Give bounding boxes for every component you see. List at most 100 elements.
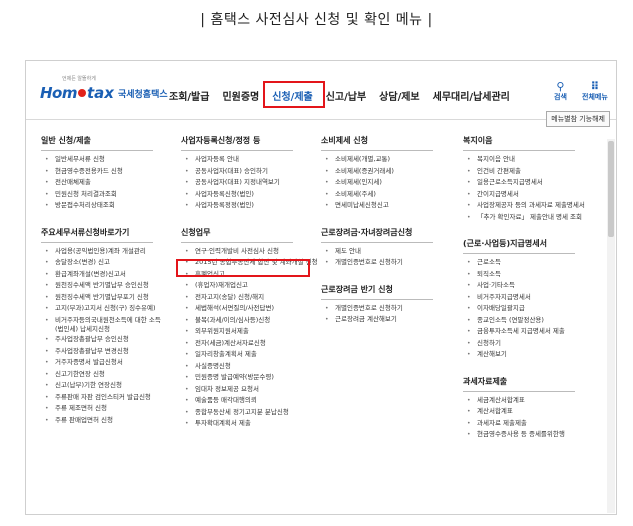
scrollbar-thumb[interactable] [608, 141, 614, 237]
menu-item[interactable]: • 사업자등록 안내 [185, 155, 239, 164]
all-menu-button[interactable]: ⠿ 전체메뉴 [582, 81, 608, 102]
menu-item[interactable]: • 소비제세(개별,교통) [325, 155, 390, 164]
menu-item[interactable]: • 비거주자지급명세서 [467, 293, 531, 302]
menu-item-label: 민원신청 처리결과조회 [55, 189, 117, 198]
menu-item[interactable]: • 신청하기 [467, 339, 501, 348]
menu-item[interactable]: • 이자배당일괄지급 [467, 304, 525, 313]
menu-item[interactable]: • 예술품등 매각대행의뢰 [185, 396, 257, 405]
menu-item[interactable]: • 면세미납세신청신고 [325, 201, 389, 210]
menu-item[interactable]: • 사업자등록정정(법인) [185, 201, 254, 210]
menu-item[interactable]: • 원천징수세액 반기별납부 승인신청 [45, 281, 149, 290]
menu-item[interactable]: • 공동사업자(대표) 지정내역보기 [185, 178, 280, 187]
menu-item[interactable]: • 현금영수증사용 등 증세를위한행 [467, 430, 565, 439]
menu-item[interactable]: • 임대차 정보제공 요청서 [185, 384, 259, 394]
menu-item[interactable]: • 송달장소(변경) 신고 [45, 258, 110, 267]
menu-item[interactable]: • 고지(부과)고지서 신청(구) 징수유예) [45, 304, 156, 313]
menu-item[interactable]: • 복지이음 안내 [467, 155, 515, 164]
menu-item[interactable]: • 일용근로소득지급명세서 [467, 178, 543, 187]
menu-item[interactable]: • 근로장려금 계산해보기 [325, 315, 397, 324]
menu-item[interactable]: • 비거주자등의국내원천소득에 대한 소득(법인세) 납세지신청 [45, 316, 167, 334]
menu-item[interactable]: • 환급계좌개설(변경)신고서 [45, 270, 126, 279]
vertical-scrollbar[interactable] [607, 139, 615, 513]
nav-item-inquiry[interactable]: 조회/발급 [169, 88, 209, 103]
menu-item[interactable]: • 불복(과세/이의/심사등)신청 [185, 316, 270, 325]
menu-item[interactable]: • 과세자료 제출제출 [467, 419, 527, 428]
menu-item[interactable]: • 거주자증명서 발급신청서 [45, 358, 123, 367]
menu-item[interactable]: • 주류 판매업면허 신청 [45, 416, 113, 425]
menu-item[interactable]: • 현금영수증전용카드 신청 [45, 167, 123, 176]
menu-item[interactable]: • (휴업자)재개업신고 [185, 281, 248, 290]
bullet-icon: • [467, 316, 471, 324]
bullet-icon: • [185, 385, 189, 393]
menu-item[interactable]: • 금융투자소득세 지급명세서 제출 [467, 327, 565, 336]
menu-item[interactable]: • 투자확대계획서 제출 [185, 419, 251, 428]
nav-item-consult[interactable]: 상담/제보 [379, 88, 419, 103]
bullet-icon: • [45, 270, 49, 278]
menu-item[interactable]: • 사실증명신청 [185, 361, 231, 371]
menu-item[interactable]: • 소비제세(인지세) [325, 178, 382, 187]
bullet-icon: • [467, 167, 471, 175]
menu-item[interactable]: • 소비제세(증권거래세) [325, 167, 394, 176]
hometax-logo[interactable]: 언제든 알뜰하게 Hom tax 국세청홈택스 [40, 76, 168, 105]
menu-item-label: 소비제세(인지세) [335, 178, 382, 186]
menu-item[interactable]: • 주사업장총괄납부 승인신청 [45, 335, 129, 344]
menu-item[interactable]: • 일자리창출계획서 제출 [185, 350, 257, 359]
menu-item-label: 사실증명신청 [195, 361, 231, 370]
menu-item[interactable]: • 세법해석(서면질의/사전답변) [185, 304, 274, 313]
menu-item[interactable]: • 민원신청 처리결과조회 [45, 189, 117, 199]
bullet-icon: • [467, 431, 471, 438]
bullet-icon: • [45, 156, 49, 163]
menu-item[interactable]: • 사업자등록신청(법인) [185, 190, 254, 199]
bullet-icon: • [325, 247, 329, 255]
logo-nts: 국세청홈택스 [117, 89, 168, 100]
menu-item[interactable]: • 연구·인력개발비 사전심사 신청 [185, 247, 279, 256]
bullet-icon: • [185, 247, 189, 255]
menu-item[interactable]: • 근로소득 [467, 258, 501, 267]
menu-item-label: 임대차 정보제공 요청서 [195, 384, 259, 393]
menu-item[interactable]: • 소비제세(주세) [325, 190, 376, 199]
menu-item[interactable]: • 원천징수세액 반기별납부포기 신청 [45, 293, 149, 302]
menu-item[interactable]: • 외부위원지원서제출 [185, 327, 249, 336]
menu-item[interactable]: • 제도 안내 [325, 247, 361, 256]
menu-item[interactable]: • 계산해보기 [467, 350, 507, 359]
top-navigation-bar: 언제든 알뜰하게 Hom tax 국세청홈택스 조회/발급 민원증명 신청/제출 … [26, 61, 616, 120]
menu-item[interactable]: • 「추가 확인자료」 제출안내 명세 조회 [467, 213, 582, 222]
logo-tax: tax [87, 84, 114, 102]
menu-item[interactable]: • 전산매체제출 [45, 178, 91, 187]
menu-help-toggle-button[interactable]: 메뉴별참 기능해제 [546, 111, 610, 127]
grid-icon: ⠿ [590, 80, 600, 93]
search-button[interactable]: ⚲ 검색 [554, 81, 567, 102]
nav-item-agent[interactable]: 세무대리/납세관리 [433, 88, 510, 103]
menu-item[interactable]: • 인건비 간편제출 [467, 167, 521, 176]
menu-item[interactable]: • 방문접수처리상태조회 [45, 201, 115, 210]
bullet-icon: • [467, 408, 471, 415]
bullet-icon: • [185, 167, 189, 175]
menu-item[interactable]: • 종합부동산세 정기고지분 분납신청 [185, 408, 289, 417]
menu-item[interactable]: • 세금계산서합계표 [467, 396, 525, 405]
menu-item[interactable]: • 사업장제공자 등의 과세자료 제출명세서 [467, 201, 585, 210]
bullet-icon: • [45, 336, 49, 344]
menu-item[interactable]: • 사업·기타소득 [467, 281, 515, 290]
menu-section-title: 근로장려금 반기 신청 [321, 284, 433, 300]
menu-item[interactable]: • 간이지급명세서 [467, 190, 519, 199]
logo-hom: Hom [40, 84, 78, 102]
menu-item[interactable]: • 개별인증번호로 신청하기 [325, 304, 403, 313]
menu-item[interactable]: • 퇴직소득 [467, 270, 501, 279]
menu-item[interactable]: • 종교인소득 (연말정산용) [467, 316, 544, 325]
menu-item[interactable]: • 민원증명 발급예약(방문수령) [185, 373, 274, 382]
menu-item[interactable]: • 일반세무서류 신청 [45, 155, 105, 164]
menu-item[interactable]: • 전자고지(송달) 신청/해지 [185, 293, 264, 302]
menu-item[interactable]: • 주류판매 자판 검인스티커 발급신청 [45, 393, 151, 402]
menu-item[interactable]: • 신고기한연장 신청 [45, 370, 105, 379]
menu-item[interactable]: • 공동사업자(대표) 승인하기 [185, 167, 268, 176]
nav-item-report[interactable]: 신고/납부 [326, 88, 366, 103]
menu-item[interactable]: • 주사업장총괄납부 변경신청 [45, 347, 129, 356]
menu-item[interactable]: • 주류 제조면허 신청 [45, 404, 107, 413]
menu-item[interactable]: • 신고(납부)기한 연장신청 [45, 381, 122, 390]
nav-item-certificate[interactable]: 민원증명 [222, 88, 259, 103]
bullet-icon: • [467, 190, 471, 198]
menu-item[interactable]: • 개별인증번호로 신청하기 [325, 258, 403, 267]
menu-item[interactable]: • 사업용(공익법인용)계좌 개설관리 [45, 247, 146, 256]
menu-item[interactable]: • 전자(세금)계산서자료신청 [185, 339, 266, 348]
menu-item[interactable]: • 계산서합계표 [467, 407, 513, 416]
